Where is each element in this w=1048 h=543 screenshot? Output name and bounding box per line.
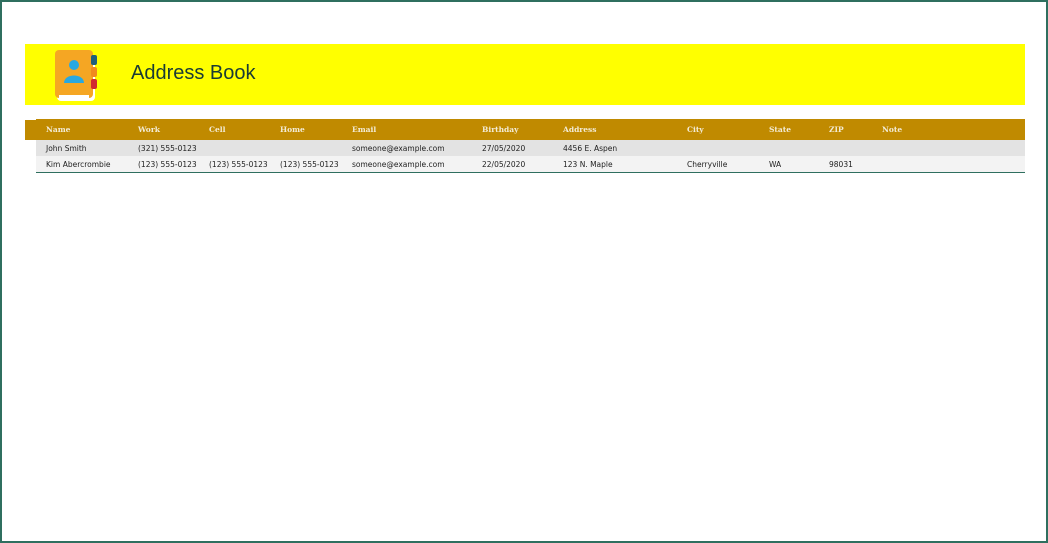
cell-state[interactable]: WA [759,156,819,173]
table-row[interactable]: Kim Abercrombie (123) 555-0123 (123) 555… [36,156,1025,173]
table-marker-highlight [25,119,36,120]
column-header-cell[interactable]: Cell [199,119,270,140]
column-header-home[interactable]: Home [270,119,342,140]
cell-address[interactable]: 4456 E. Aspen [553,140,677,156]
column-header-birthday[interactable]: Birthday [472,119,553,140]
cell-email[interactable]: someone@example.com [342,140,472,156]
column-header-city[interactable]: City [677,119,759,140]
cell-cell[interactable]: (123) 555-0123 [199,156,270,173]
page-title: Address Book [131,62,256,84]
document-frame: Address Book Name Work Cell Home Email B… [0,0,1048,543]
column-header-state[interactable]: State [759,119,819,140]
cell-home[interactable]: (123) 555-0123 [270,156,342,173]
cell-city[interactable]: Cherryville [677,156,759,173]
cell-cell[interactable] [199,140,270,156]
cell-zip[interactable] [819,140,872,156]
column-header-name[interactable]: Name [36,119,128,140]
cell-work[interactable]: (123) 555-0123 [128,156,199,173]
table-marker [25,119,36,140]
cell-email[interactable]: someone@example.com [342,156,472,173]
cell-state[interactable] [759,140,819,156]
column-header-email[interactable]: Email [342,119,472,140]
cell-birthday[interactable]: 27/05/2020 [472,140,553,156]
cell-work[interactable]: (321) 555-0123 [128,140,199,156]
column-header-work[interactable]: Work [128,119,199,140]
cell-name[interactable]: Kim Abercrombie [36,156,128,173]
column-header-address[interactable]: Address [553,119,677,140]
address-book-icon [55,50,97,101]
cell-note[interactable] [872,140,1025,156]
address-table: Name Work Cell Home Email Birthday Addre… [36,119,1025,173]
cell-zip[interactable]: 98031 [819,156,872,173]
cell-note[interactable] [872,156,1025,173]
cell-home[interactable] [270,140,342,156]
cell-name[interactable]: John Smith [36,140,128,156]
table-row[interactable]: John Smith (321) 555-0123 someone@exampl… [36,140,1025,156]
column-header-zip[interactable]: ZIP [819,119,872,140]
cell-address[interactable]: 123 N. Maple [553,156,677,173]
header-banner: Address Book [25,44,1025,105]
table-header-row: Name Work Cell Home Email Birthday Addre… [36,119,1025,140]
column-header-note[interactable]: Note [872,119,1025,140]
cell-birthday[interactable]: 22/05/2020 [472,156,553,173]
cell-city[interactable] [677,140,759,156]
